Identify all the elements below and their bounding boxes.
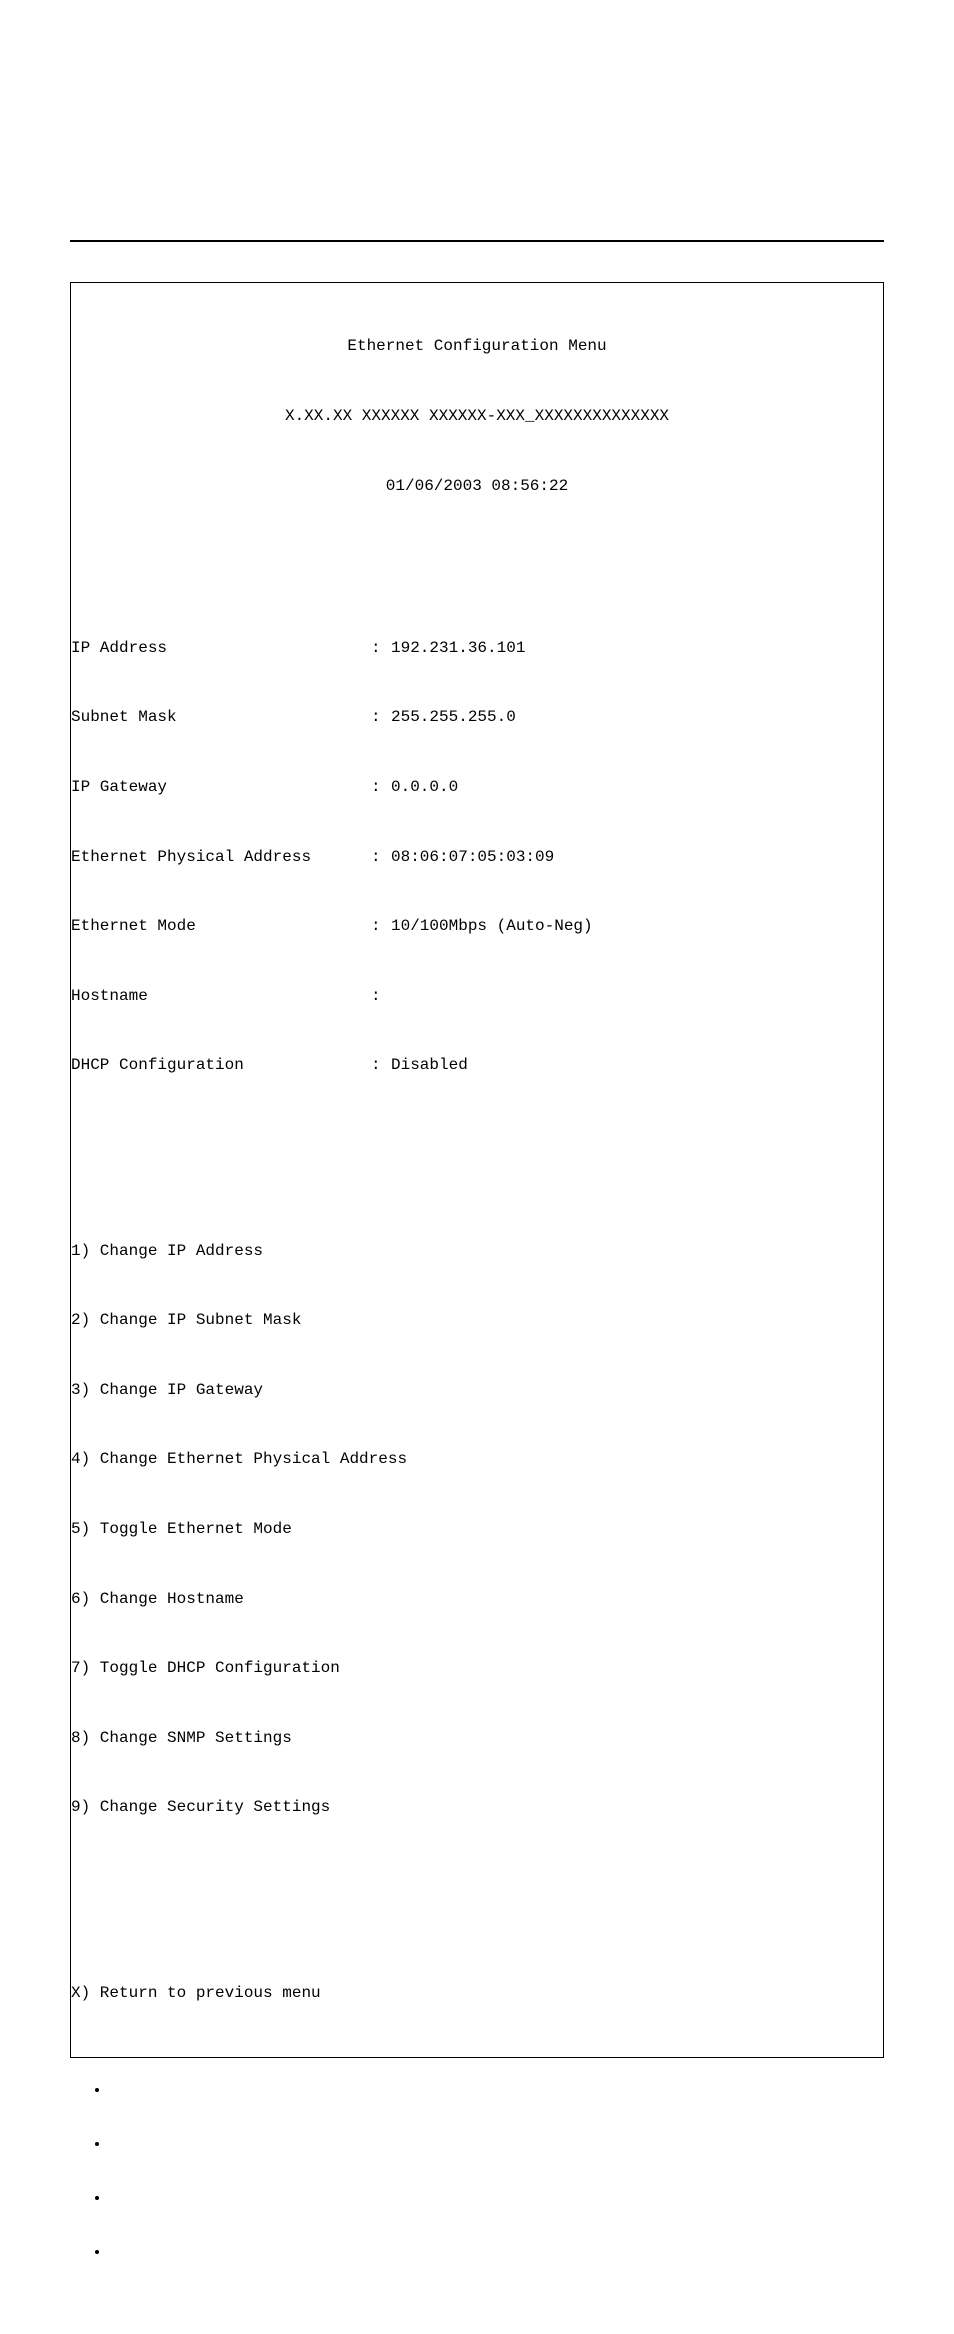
field-label: Ethernet Physical Address bbox=[71, 846, 371, 869]
menu-item: 1) Change IP Address bbox=[71, 1240, 883, 1263]
terminal-blank bbox=[71, 1889, 883, 1912]
field-row: DHCP Configuration: Disabled bbox=[71, 1054, 883, 1077]
field-sep: : bbox=[371, 846, 391, 869]
field-value: 255.255.255.0 bbox=[391, 706, 883, 729]
field-label: DHCP Configuration bbox=[71, 1054, 371, 1077]
field-row: IP Gateway: 0.0.0.0 bbox=[71, 776, 883, 799]
menu-item: 3) Change IP Gateway bbox=[71, 1379, 883, 1402]
field-value bbox=[391, 985, 883, 1008]
field-sep: : bbox=[371, 915, 391, 938]
menu-item: 9) Change Security Settings bbox=[71, 1796, 883, 1819]
menu-item: 8) Change SNMP Settings bbox=[71, 1727, 883, 1750]
section-rule bbox=[70, 240, 884, 242]
menu-item: 5) Toggle Ethernet Mode bbox=[71, 1518, 883, 1541]
list-item bbox=[110, 2240, 884, 2264]
field-row: IP Address: 192.231.36.101 bbox=[71, 637, 883, 660]
list-item bbox=[110, 2078, 884, 2102]
list-item bbox=[110, 2186, 884, 2210]
field-sep: : bbox=[371, 1054, 391, 1077]
menu-item: 7) Toggle DHCP Configuration bbox=[71, 1657, 883, 1680]
menu-item: 4) Change Ethernet Physical Address bbox=[71, 1448, 883, 1471]
field-label: Hostname bbox=[71, 985, 371, 1008]
field-value: 192.231.36.101 bbox=[391, 637, 883, 660]
terminal-version: X.XX.XX XXXXXX XXXXXX-XXX_XXXXXXXXXXXXXX bbox=[71, 405, 883, 428]
list-item bbox=[110, 2132, 884, 2156]
terminal-title: Ethernet Configuration Menu bbox=[71, 335, 883, 358]
field-sep: : bbox=[371, 776, 391, 799]
field-label: IP Gateway bbox=[71, 776, 371, 799]
field-row: Ethernet Physical Address: 08:06:07:05:0… bbox=[71, 846, 883, 869]
field-value: 08:06:07:05:03:09 bbox=[391, 846, 883, 869]
field-row: Ethernet Mode: 10/100Mbps (Auto-Neg) bbox=[71, 915, 883, 938]
field-sep: : bbox=[371, 706, 391, 729]
field-value: Disabled bbox=[391, 1054, 883, 1077]
field-value: 10/100Mbps (Auto-Neg) bbox=[391, 915, 883, 938]
terminal-datetime: 01/06/2003 08:56:22 bbox=[71, 475, 883, 498]
menu-item: 2) Change IP Subnet Mask bbox=[71, 1309, 883, 1332]
field-label: Subnet Mask bbox=[71, 706, 371, 729]
field-row: Hostname: bbox=[71, 985, 883, 1008]
terminal-blank bbox=[71, 544, 883, 567]
menu-return: X) Return to previous menu bbox=[71, 1982, 883, 2005]
field-label: IP Address bbox=[71, 637, 371, 660]
menu-item: 6) Change Hostname bbox=[71, 1588, 883, 1611]
field-row: Subnet Mask: 255.255.255.0 bbox=[71, 706, 883, 729]
bullet-list bbox=[70, 2078, 884, 2264]
terminal-blank bbox=[71, 1147, 883, 1170]
field-value: 0.0.0.0 bbox=[391, 776, 883, 799]
field-label: Ethernet Mode bbox=[71, 915, 371, 938]
field-sep: : bbox=[371, 637, 391, 660]
terminal-output: Ethernet Configuration Menu X.XX.XX XXXX… bbox=[70, 282, 884, 2058]
field-sep: : bbox=[371, 985, 391, 1008]
